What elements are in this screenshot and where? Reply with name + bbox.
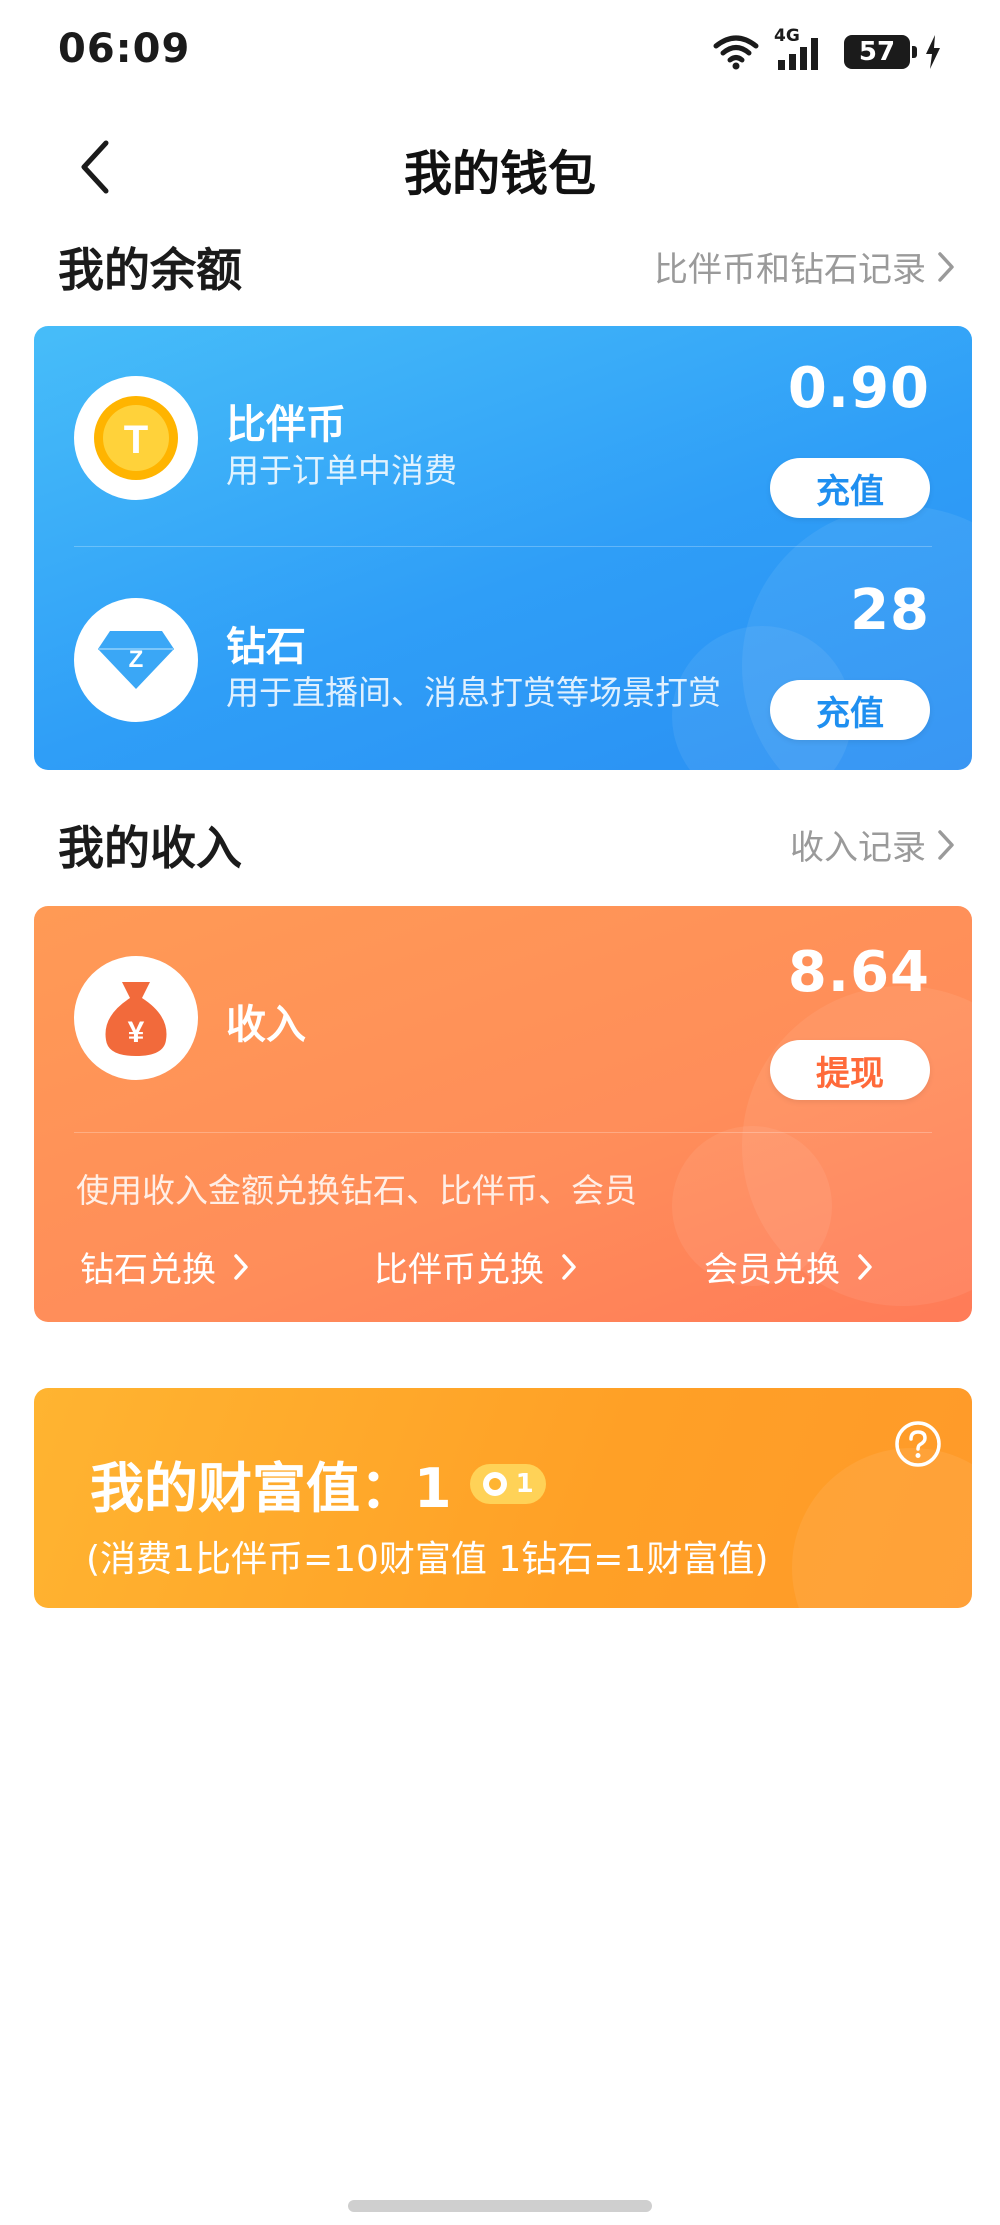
income-name: 收入 [226, 1002, 306, 1048]
balance-divider [74, 546, 932, 547]
wealth-level-badge: 1 [469, 1463, 546, 1504]
diamond-recharge-button[interactable]: 充值 [770, 680, 930, 740]
income-card: ¥ 收入 8.64 提现 使用收入金额兑换钻石、比伴币、会员 钻石兑换 比伴币兑… [34, 906, 972, 1322]
coin-desc: 用于订单中消费 [226, 451, 457, 490]
coin-icon: T [94, 396, 178, 480]
wealth-card: 我的财富值：1 1 (消费1比伴币=10财富值 1钻石=1财富值) [34, 1388, 972, 1608]
coin-exchange-label: 比伴币兑换 [374, 1250, 544, 1290]
income-section-header: 我的收入 收入记录 [0, 804, 1000, 875]
diamond-letter: Z [129, 646, 144, 673]
income-value: 8.64 [787, 940, 930, 1005]
battery-icon: 57 [844, 35, 917, 69]
nav-bar: 我的钱包 [0, 120, 1000, 210]
diamond-desc: 用于直播间、消息打赏等场景打赏 [226, 673, 721, 712]
diamond-icon: Z [98, 631, 174, 689]
member-exchange-label: 会员兑换 [704, 1250, 840, 1290]
chevron-right-icon [938, 251, 954, 282]
member-exchange-link[interactable]: 会员兑换 [704, 1242, 874, 1291]
coin-exchange-link[interactable]: 比伴币兑换 [374, 1242, 578, 1291]
status-time: 06:09 [58, 26, 191, 72]
money-symbol: ¥ [128, 1016, 145, 1049]
balance-section-title: 我的余额 [58, 243, 242, 297]
diamond-row: Z 钻石 用于直播间、消息打赏等场景打赏 28 充值 [34, 548, 972, 768]
income-section-title: 我的收入 [58, 821, 242, 875]
wealth-badge-level: 1 [515, 1468, 534, 1499]
chevron-right-icon [858, 1253, 872, 1280]
diamond-name: 钻石 [226, 624, 306, 670]
charging-icon [926, 35, 940, 69]
status-bar: 06:09 4G 57 [0, 0, 1000, 100]
chevron-right-icon [938, 829, 954, 860]
signal-icon [778, 38, 818, 70]
page-title: 我的钱包 [403, 146, 596, 202]
status-icons: 4G 57 [712, 26, 942, 74]
diamond-exchange-label: 钻石兑换 [80, 1250, 216, 1290]
wealth-badge-icon [482, 1471, 507, 1496]
coin-icon-wrap: T [74, 376, 198, 500]
money-bag-icon: ¥ [105, 982, 167, 1056]
diamond-exchange-link[interactable]: 钻石兑换 [80, 1242, 250, 1291]
diamond-value: 28 [850, 578, 930, 643]
income-records-label: 收入记录 [790, 828, 926, 868]
help-icon[interactable] [894, 1420, 942, 1468]
diamond-icon-wrap: Z [74, 598, 198, 722]
coin-letter: T [124, 418, 148, 462]
balance-section-header: 我的余额 比伴币和钻石记录 [0, 226, 1000, 297]
income-exchange-note: 使用收入金额兑换钻石、比伴币、会员 [76, 1171, 637, 1210]
coin-value: 0.90 [787, 356, 930, 421]
wealth-title: 我的财富值：1 [90, 1457, 452, 1520]
signal-indicator: 4G [774, 26, 830, 72]
coin-recharge-button[interactable]: 充值 [770, 458, 930, 518]
wifi-icon [713, 35, 759, 70]
income-records-link[interactable]: 收入记录 [790, 820, 956, 869]
wealth-note: (消费1比伴币=10财富值 1钻石=1财富值) [86, 1539, 769, 1580]
balance-card: T 比伴币 用于订单中消费 0.90 充值 Z 钻石 用于直播间、消息打赏等场景… [34, 326, 972, 770]
battery-level: 57 [858, 37, 896, 67]
income-divider [74, 1132, 932, 1133]
wealth-title-row: 我的财富值：1 1 [90, 1444, 546, 1523]
balance-records-label: 比伴币和钻石记录 [654, 250, 926, 290]
card-decoration [792, 1448, 972, 1608]
coin-row: T 比伴币 用于订单中消费 0.90 充值 [34, 326, 972, 546]
balance-records-link[interactable]: 比伴币和钻石记录 [654, 242, 956, 291]
money-bag-icon-wrap: ¥ [74, 956, 198, 1080]
home-indicator[interactable] [348, 2200, 652, 2212]
withdraw-button[interactable]: 提现 [770, 1040, 930, 1100]
chevron-right-icon [562, 1253, 576, 1280]
coin-name: 比伴币 [226, 402, 346, 448]
chevron-right-icon [234, 1253, 248, 1280]
